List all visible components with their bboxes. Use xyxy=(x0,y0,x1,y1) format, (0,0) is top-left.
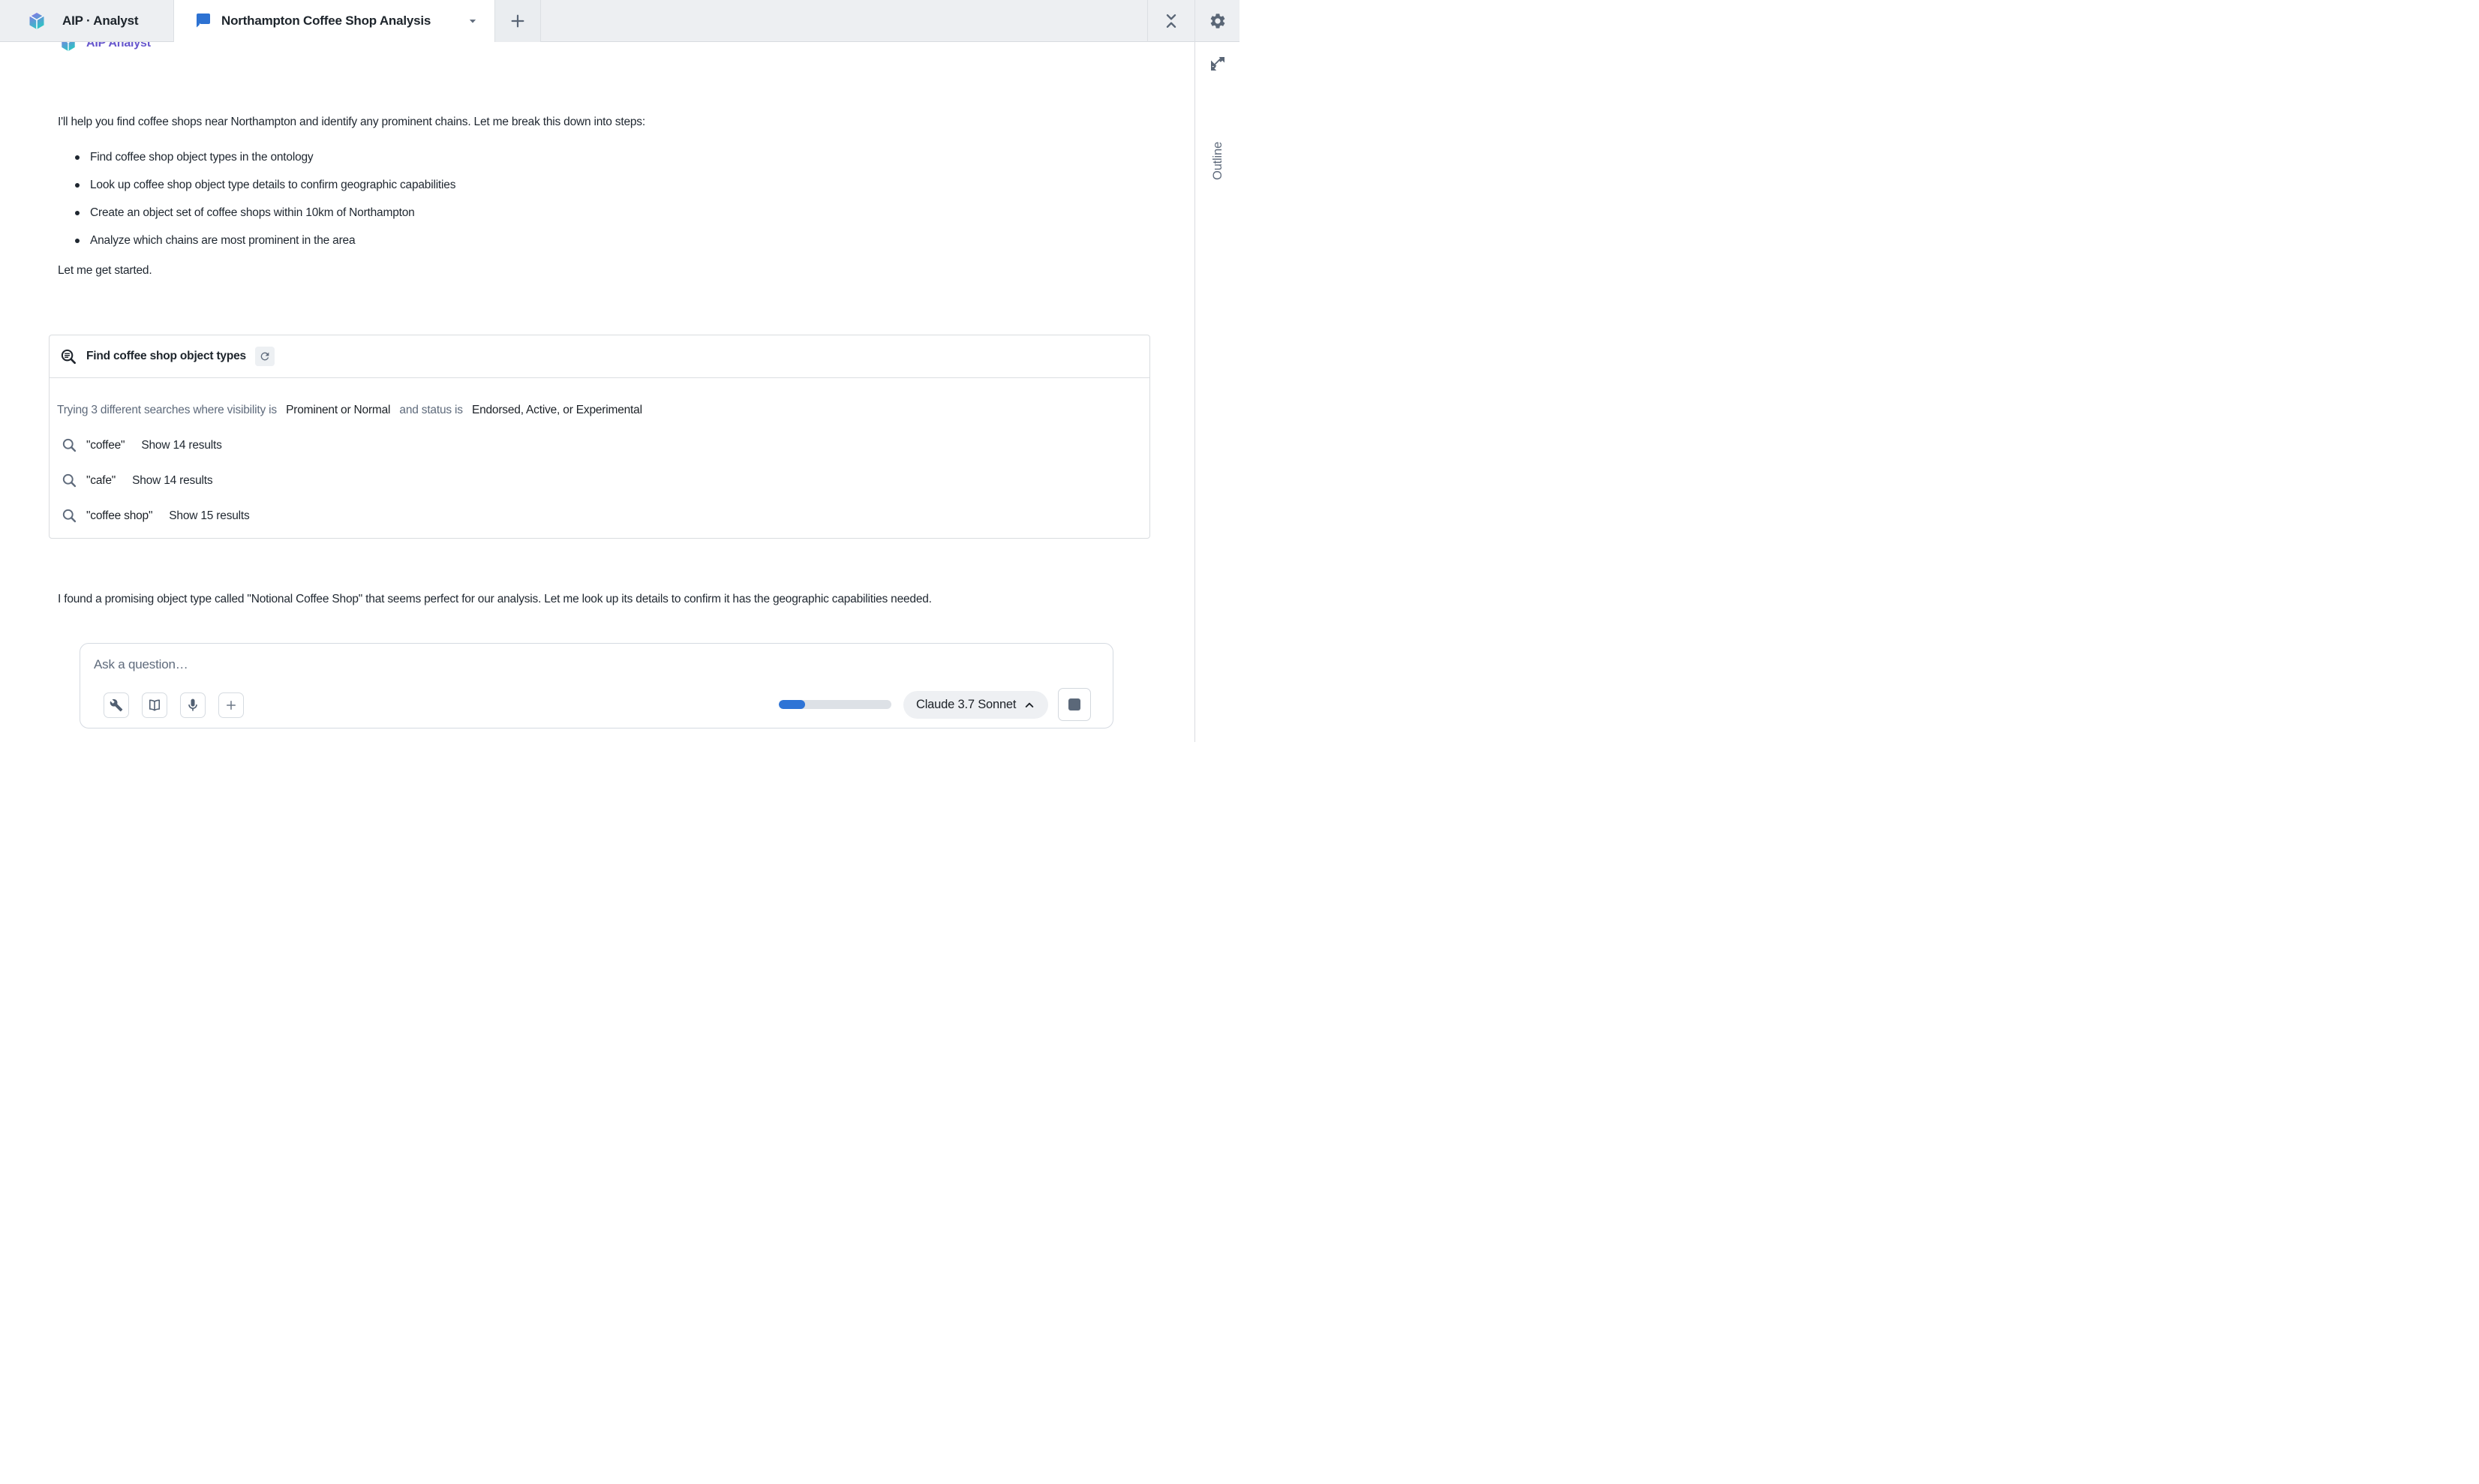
assistant-message-header: AIP Analyst xyxy=(60,42,151,52)
collapse-icon xyxy=(1163,13,1179,29)
filter-visibility-value: Prominent or Normal xyxy=(286,404,390,416)
expand-icon xyxy=(1209,55,1227,73)
stop-icon xyxy=(1068,698,1080,710)
composer-toolbar xyxy=(104,692,244,718)
search-row: "coffee" Show 14 results xyxy=(57,428,1139,463)
tool-card-body: Trying 3 different searches where visibi… xyxy=(50,378,1149,533)
document-tab[interactable]: Northampton Coffee Shop Analysis xyxy=(173,0,495,42)
plan-step: Look up coffee shop object type details … xyxy=(74,171,455,199)
show-results-link[interactable]: Show 15 results xyxy=(169,509,249,523)
search-filter-line: Trying 3 different searches where visibi… xyxy=(57,403,1139,418)
chevron-up-icon xyxy=(1023,699,1035,711)
question-input[interactable] xyxy=(92,653,617,676)
conversation-area: AIP Analyst I'll help you find coffee sh… xyxy=(0,42,1194,742)
microphone-icon xyxy=(185,698,200,713)
tool-run-card: Find coffee shop object types Trying 3 d… xyxy=(49,335,1150,539)
search-result-list: "coffee" Show 14 results "cafe" Show 14 … xyxy=(57,428,1139,533)
right-rail: Outline xyxy=(1194,42,1240,742)
app-home-tab[interactable]: AIP · Analyst xyxy=(0,0,173,42)
plan-step: Create an object set of coffee shops wit… xyxy=(74,199,455,227)
search-text-icon xyxy=(60,348,77,365)
expand-panel-button[interactable] xyxy=(1208,54,1227,74)
outline-tab[interactable]: Outline xyxy=(1195,123,1240,198)
search-icon xyxy=(62,508,77,524)
plan-step-list: Find coffee shop object types in the ont… xyxy=(74,143,455,254)
gear-icon xyxy=(1209,12,1227,30)
new-tab-button[interactable] xyxy=(495,0,541,42)
refresh-icon xyxy=(259,350,271,362)
book-icon xyxy=(147,698,162,713)
aip-analyst-avatar-icon xyxy=(60,42,77,52)
wrench-icon xyxy=(110,698,123,712)
add-attachment-button[interactable] xyxy=(218,692,244,718)
filter-prefix: Trying 3 different searches where visibi… xyxy=(57,404,277,416)
knowledge-button[interactable] xyxy=(142,692,167,718)
question-composer: Claude 3.7 Sonnet xyxy=(80,643,1113,728)
document-tab-title: Northampton Coffee Shop Analysis xyxy=(221,14,431,29)
tools-button[interactable] xyxy=(104,692,129,718)
search-row: "cafe" Show 14 results xyxy=(57,463,1139,498)
show-results-link[interactable]: Show 14 results xyxy=(141,439,221,452)
chevron-down-icon[interactable] xyxy=(466,14,479,28)
aip-analyst-window: AIP · Analyst Northampton Coffee Shop An… xyxy=(0,0,1240,742)
collapse-all-button[interactable] xyxy=(1147,0,1194,42)
filter-status-value: Endorsed, Active, or Experimental xyxy=(472,404,642,416)
microphone-button[interactable] xyxy=(180,692,206,718)
filter-connector: and status is xyxy=(399,404,462,416)
plus-icon xyxy=(224,698,238,712)
assistant-outro-text: Let me get started. xyxy=(58,260,1056,282)
show-results-link[interactable]: Show 14 results xyxy=(132,474,212,488)
tool-card-header: Find coffee shop object types xyxy=(50,335,1149,378)
assistant-intro-text: I'll help you find coffee shops near Nor… xyxy=(58,111,1056,134)
outline-tab-label: Outline xyxy=(1210,142,1224,180)
app-tab-label: AIP · Analyst xyxy=(62,14,138,29)
search-icon xyxy=(62,473,77,488)
search-row: "coffee shop" Show 15 results xyxy=(57,498,1139,533)
assistant-followup-text: I found a promising object type called "… xyxy=(58,587,1056,611)
search-query: "cafe" xyxy=(86,474,116,488)
search-query: "coffee" xyxy=(86,439,125,452)
search-query: "coffee shop" xyxy=(86,509,152,523)
plus-icon xyxy=(509,13,526,29)
tool-card-title: Find coffee shop object types xyxy=(86,350,246,363)
plan-step: Analyze which chains are most prominent … xyxy=(74,227,455,254)
settings-button[interactable] xyxy=(1194,0,1240,42)
plan-step: Find coffee shop object types in the ont… xyxy=(74,143,455,171)
progress-fill xyxy=(779,700,805,709)
chat-bubble-icon xyxy=(194,12,212,30)
assistant-name: AIP Analyst xyxy=(86,42,151,50)
token-usage-progress-bar xyxy=(779,700,891,709)
aip-logo-icon xyxy=(28,12,46,30)
model-selector[interactable]: Claude 3.7 Sonnet xyxy=(903,691,1048,719)
model-name: Claude 3.7 Sonnet xyxy=(916,698,1016,712)
top-tab-bar: AIP · Analyst Northampton Coffee Shop An… xyxy=(0,0,1240,42)
rerun-tool-button[interactable] xyxy=(255,347,275,366)
stop-generation-button[interactable] xyxy=(1058,688,1091,721)
search-icon xyxy=(62,437,77,453)
